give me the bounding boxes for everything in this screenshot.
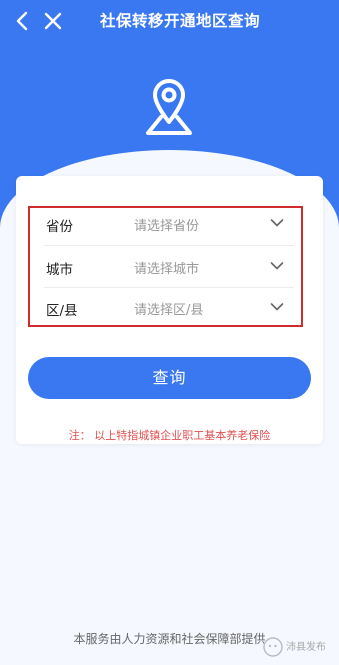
- highlight-box: [28, 206, 303, 327]
- chevron-left-icon[interactable]: [12, 8, 34, 34]
- query-button[interactable]: 查询: [28, 357, 311, 399]
- location-pin-icon: [146, 79, 192, 135]
- watermark: 沛县发布: [262, 636, 336, 658]
- watermark-text: 沛县发布: [286, 642, 326, 653]
- page-title: 社保转移开通地区查询: [99, 12, 260, 30]
- note-text: 注： 以上特指城镇企业职工基本养老保险: [68, 429, 271, 442]
- wechat-logo-icon: [263, 637, 283, 657]
